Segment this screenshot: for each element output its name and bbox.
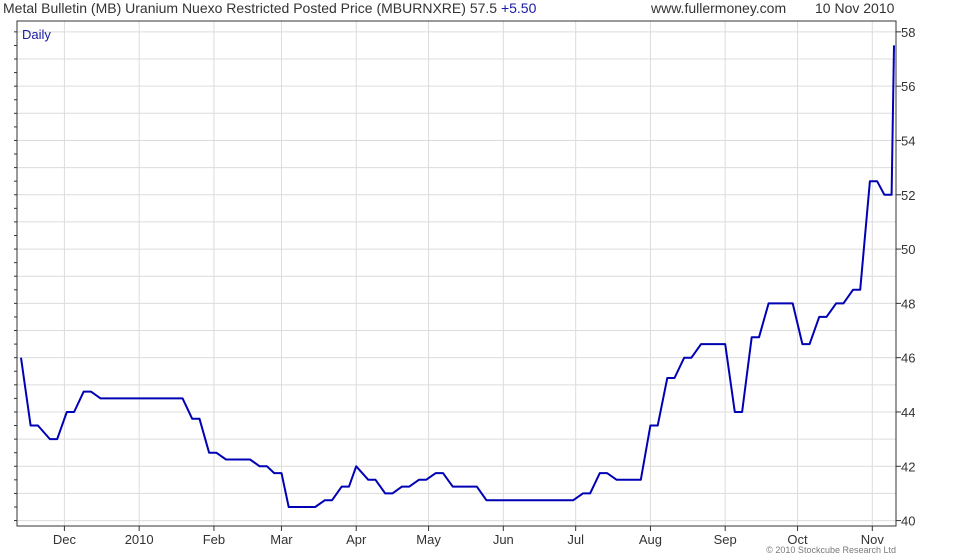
y-tick-label: 40 [901, 514, 915, 529]
plot-area [17, 21, 896, 526]
y-tick-label: 42 [901, 459, 915, 474]
copyright-note: © 2010 Stockcube Research Ltd [766, 545, 896, 555]
x-tick-label: Dec [53, 532, 77, 547]
y-tick-label: 48 [901, 296, 915, 311]
x-tick-label: Aug [639, 532, 662, 547]
x-tick-label: May [416, 532, 441, 547]
y-tick-label: 44 [901, 405, 915, 420]
y-tick-label: 46 [901, 351, 915, 366]
y-tick-label: 58 [901, 25, 915, 40]
price-chart: Dec 2010 Feb Mar Apr May Jun Jul Aug Sep Oct Nov404… [14, 20, 915, 547]
x-tick-label: Feb [203, 532, 225, 547]
x-tick-label: Jun [493, 532, 514, 547]
x-tick-label: Apr [346, 532, 367, 547]
period-label: Daily [22, 27, 51, 42]
y-tick-label: 52 [901, 188, 915, 203]
y-tick-label: 50 [901, 242, 915, 257]
x-tick-label: Jul [567, 532, 584, 547]
x-tick-label: Mar [270, 532, 293, 547]
x-tick-label: 2010 [125, 532, 154, 547]
y-tick-label: 54 [901, 133, 915, 148]
x-tick-label: Sep [714, 532, 737, 547]
y-tick-label: 56 [901, 79, 915, 94]
